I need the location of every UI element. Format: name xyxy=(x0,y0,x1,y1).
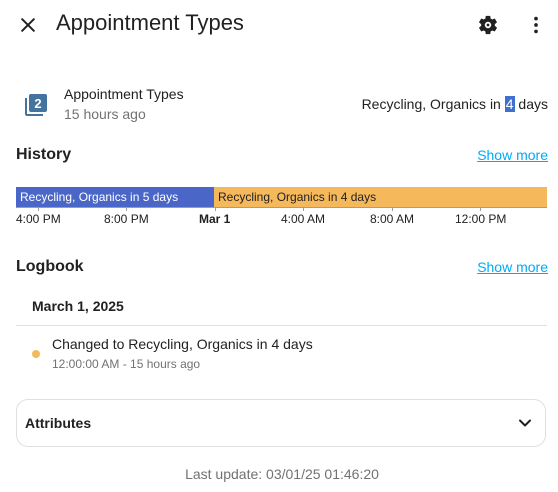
numeric-2-box-multiple-icon: 2 xyxy=(25,94,47,116)
axis-tick-label: 4:00 PM xyxy=(16,212,61,226)
axis-tick-mark xyxy=(392,207,393,211)
attributes-label: Attributes xyxy=(25,415,92,431)
divider xyxy=(16,325,547,326)
entity-state-suffix: days xyxy=(514,96,548,112)
settings-button[interactable] xyxy=(474,11,502,39)
history-axis-line xyxy=(16,207,547,208)
history-show-more-link[interactable]: Show more xyxy=(477,147,548,163)
attributes-expander[interactable]: Attributes xyxy=(16,399,546,447)
axis-tick-mark xyxy=(480,207,481,211)
entity-last-changed: 15 hours ago xyxy=(64,106,146,122)
axis-tick-label: 12:00 PM xyxy=(455,212,507,226)
logbook-entry-message: Changed to Recycling, Organics in 4 days xyxy=(52,336,313,352)
logbook-entry-time: 12:00:00 AM - 15 hours ago xyxy=(52,357,201,371)
gear-icon xyxy=(479,15,497,35)
axis-tick-label: 8:00 PM xyxy=(104,212,149,226)
logbook-show-more-link[interactable]: Show more xyxy=(477,259,548,275)
timeline-segment[interactable]: Recycling, Organics in 5 days xyxy=(16,187,214,207)
entity-name: Appointment Types xyxy=(64,86,184,102)
axis-tick-mark xyxy=(303,207,304,211)
axis-tick-label: Mar 1 xyxy=(199,212,231,226)
entity-icon: 2 xyxy=(24,93,48,117)
logbook-date: March 1, 2025 xyxy=(32,298,124,314)
more-vertical-icon xyxy=(534,16,538,34)
axis-tick-label: 8:00 AM xyxy=(370,212,415,226)
entity-state: Recycling, Organics in 4 days xyxy=(362,96,548,112)
axis-tick-mark xyxy=(38,207,39,211)
more-options-button[interactable] xyxy=(522,11,550,39)
chevron-down-icon xyxy=(519,419,531,427)
axis-tick-label: 4:00 AM xyxy=(281,212,326,226)
dialog-title: Appointment Types xyxy=(56,10,244,35)
last-update-text: Last update: 03/01/25 01:46:20 xyxy=(185,466,379,482)
close-button[interactable] xyxy=(14,11,42,39)
entity-state-prefix: Recycling, Organics in xyxy=(361,96,505,112)
timeline-segment[interactable]: Recycling, Organics in 4 days xyxy=(214,187,547,207)
entity-state-highlight: 4 xyxy=(504,96,515,112)
axis-tick-mark xyxy=(215,207,216,211)
svg-text:2: 2 xyxy=(34,96,41,111)
history-title: History xyxy=(16,146,72,163)
close-icon xyxy=(21,18,35,32)
logbook-entry-dot xyxy=(32,350,40,358)
axis-tick-mark xyxy=(126,207,127,211)
logbook-title: Logbook xyxy=(16,258,84,275)
